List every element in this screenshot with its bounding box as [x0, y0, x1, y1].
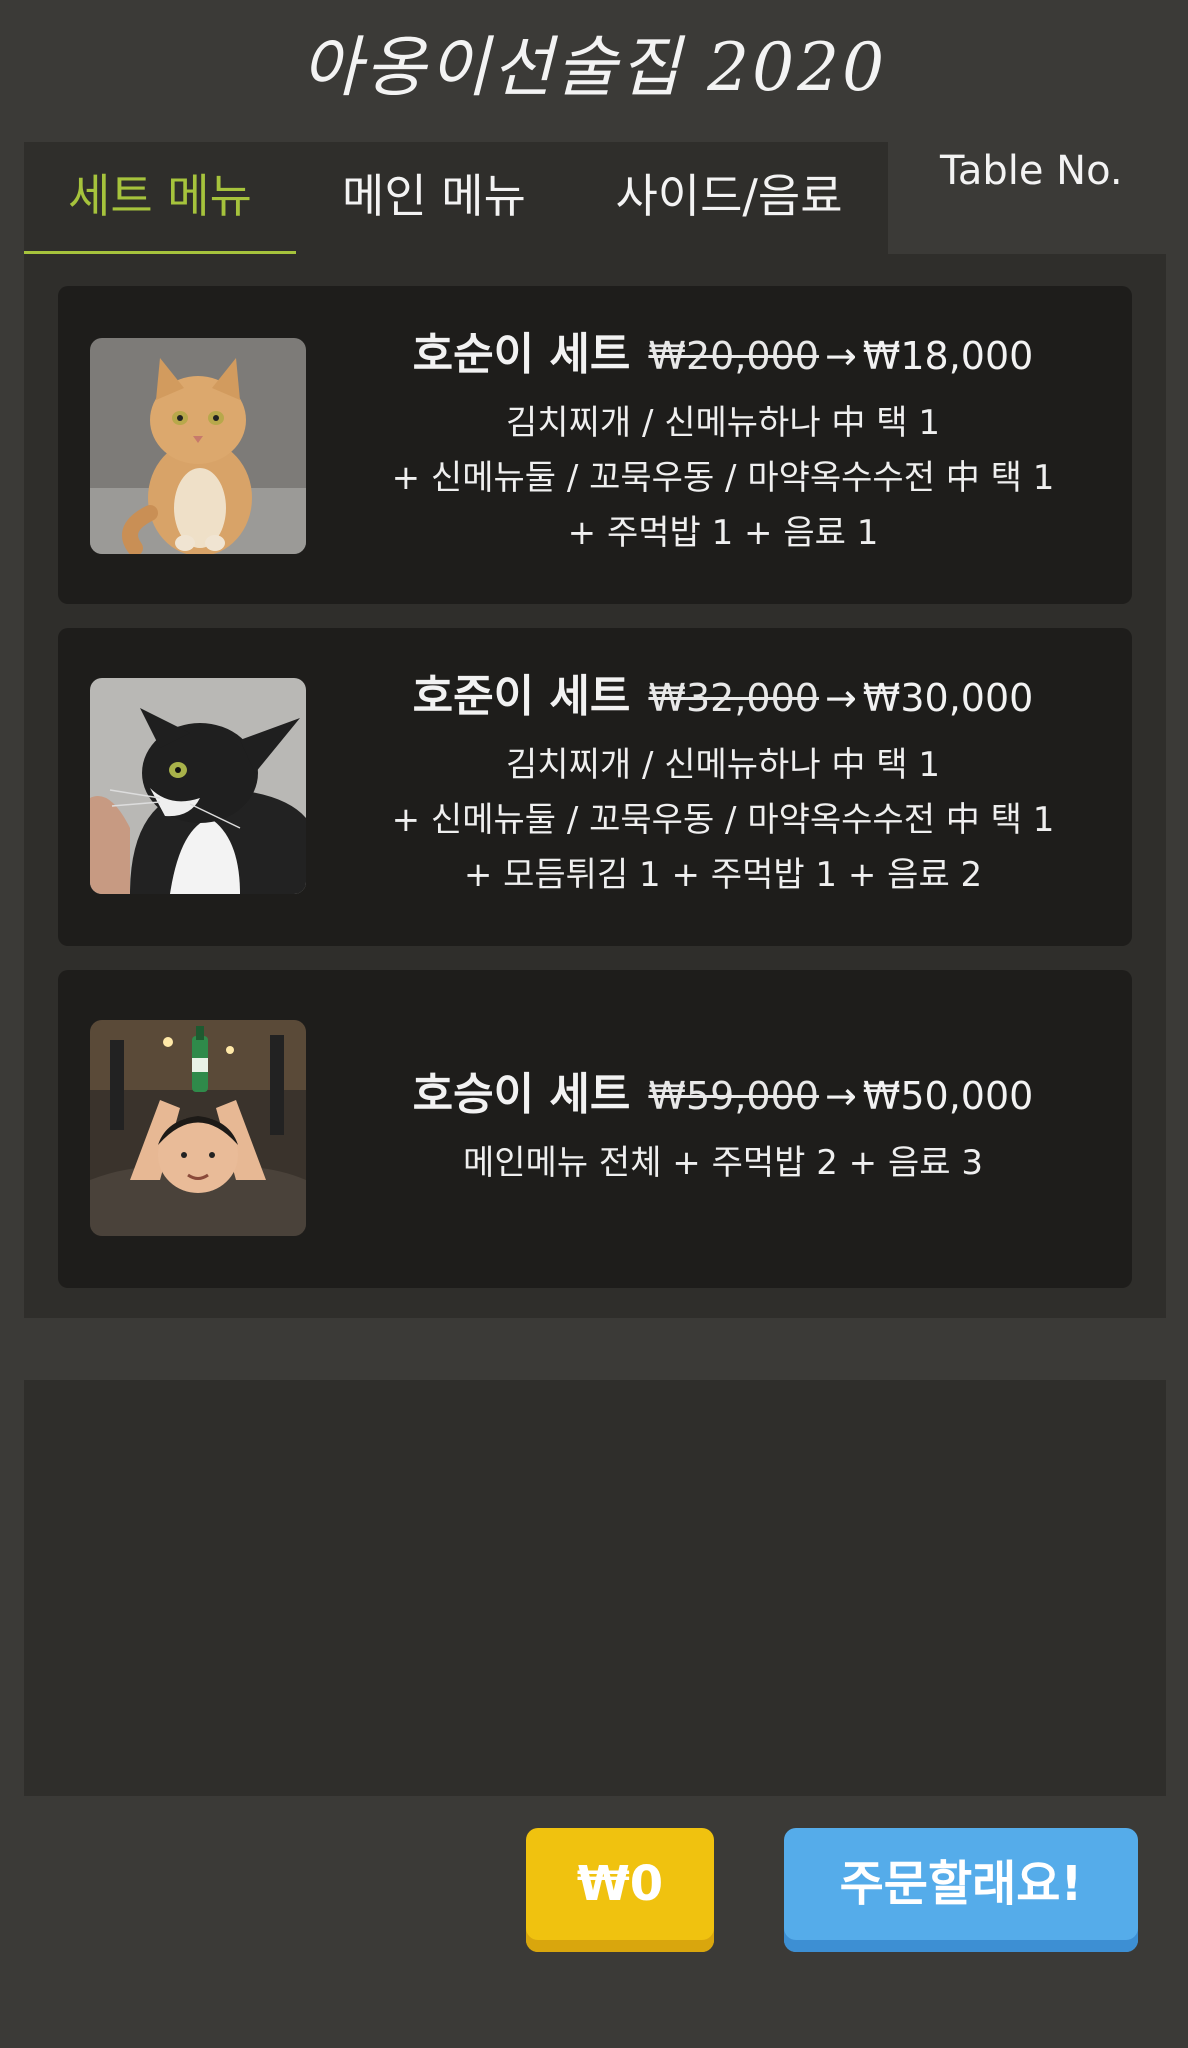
set-original-price: ₩20,000 [648, 334, 819, 378]
set-description-line: 김치찌개 / 신메뉴하나 中 택 1 [506, 403, 940, 443]
tab-side-drinks[interactable]: 사이드/음료 [584, 142, 874, 254]
set-headline: 호승이 세트 ₩59,000 → ₩50,000 [338, 1058, 1108, 1122]
set-description: 김치찌개 / 신메뉴하나 中 택 1 + 신메뉴둘 / 꼬묵우동 / 마약옥수수… [338, 738, 1108, 903]
set-info: 호승이 세트 ₩59,000 → ₩50,000 메인메뉴 전체 + 주먹밥 2 + … [338, 1058, 1108, 1191]
price-arrow: → [824, 676, 857, 720]
set-headline: 호순이 세트 ₩20,000 → ₩18,000 [338, 318, 1108, 382]
table-number-label: Table No. [940, 148, 1123, 194]
set-thumbnail-tuxedo-cat [90, 678, 306, 894]
set-description-line: + 모듬튀김 1 + 주먹밥 1 + 음료 2 [463, 855, 983, 895]
set-info: 호순이 세트 ₩20,000 → ₩18,000 김치찌개 / 신메뉴하나 中 택 1… [338, 318, 1108, 561]
set-card-hojuni[interactable]: 호준이 세트 ₩32,000 → ₩30,000 김치찌개 / 신메뉴하나 中 택 1… [58, 628, 1132, 946]
set-description-line: + 주먹밥 1 + 음료 1 [567, 513, 879, 553]
set-original-price: ₩32,000 [648, 676, 819, 720]
set-sale-price: ₩50,000 [862, 1074, 1034, 1118]
price-arrow: → [824, 1074, 857, 1118]
set-description-line: + 신메뉴둘 / 꼬묵우동 / 마약옥수수전 中 택 1 [391, 800, 1055, 840]
set-sale-price: ₩18,000 [862, 334, 1034, 378]
set-original-price: ₩59,000 [648, 1074, 819, 1118]
total-price-button[interactable]: ₩0 [526, 1828, 714, 1952]
menu-tab-bar: 세트 메뉴 메인 메뉴 사이드/음료 [24, 142, 888, 254]
tab-main-menu[interactable]: 메인 메뉴 [316, 142, 552, 254]
set-description-line: + 신메뉴둘 / 꼬묵우동 / 마약옥수수전 中 택 1 [391, 458, 1055, 498]
set-card-hoseungi[interactable]: 호승이 세트 ₩59,000 → ₩50,000 메인메뉴 전체 + 주먹밥 2 + … [58, 970, 1132, 1288]
set-thumbnail-man-photo [90, 1020, 306, 1236]
set-description-line: 김치찌개 / 신메뉴하나 中 택 1 [506, 745, 940, 785]
set-menu-panel: 호순이 세트 ₩20,000 → ₩18,000 김치찌개 / 신메뉴하나 中 택 1… [24, 254, 1166, 1318]
set-sale-price: ₩30,000 [862, 676, 1034, 720]
order-button[interactable]: 주문할래요! [784, 1828, 1138, 1952]
set-name: 호준이 세트 [412, 671, 631, 722]
set-card-hosuni[interactable]: 호순이 세트 ₩20,000 → ₩18,000 김치찌개 / 신메뉴하나 中 택 1… [58, 286, 1132, 604]
set-headline: 호준이 세트 ₩32,000 → ₩30,000 [338, 660, 1108, 724]
set-description: 김치찌개 / 신메뉴하나 中 택 1 + 신메뉴둘 / 꼬묵우동 / 마약옥수수… [338, 396, 1108, 561]
app-title: 아옹이선술집 2020 [300, 29, 888, 106]
set-info: 호준이 세트 ₩32,000 → ₩30,000 김치찌개 / 신메뉴하나 中 택 1… [338, 660, 1108, 903]
set-description-line: 메인메뉴 전체 + 주먹밥 2 + 음료 3 [463, 1143, 983, 1183]
set-name: 호순이 세트 [412, 329, 631, 380]
set-description: 메인메뉴 전체 + 주먹밥 2 + 음료 3 [338, 1136, 1108, 1191]
cart-area [24, 1380, 1166, 1796]
tab-set-menu[interactable]: 세트 메뉴 [24, 142, 296, 254]
set-name: 호승이 세트 [412, 1069, 631, 1120]
price-arrow: → [824, 334, 857, 378]
set-thumbnail-orange-cat [90, 338, 306, 554]
